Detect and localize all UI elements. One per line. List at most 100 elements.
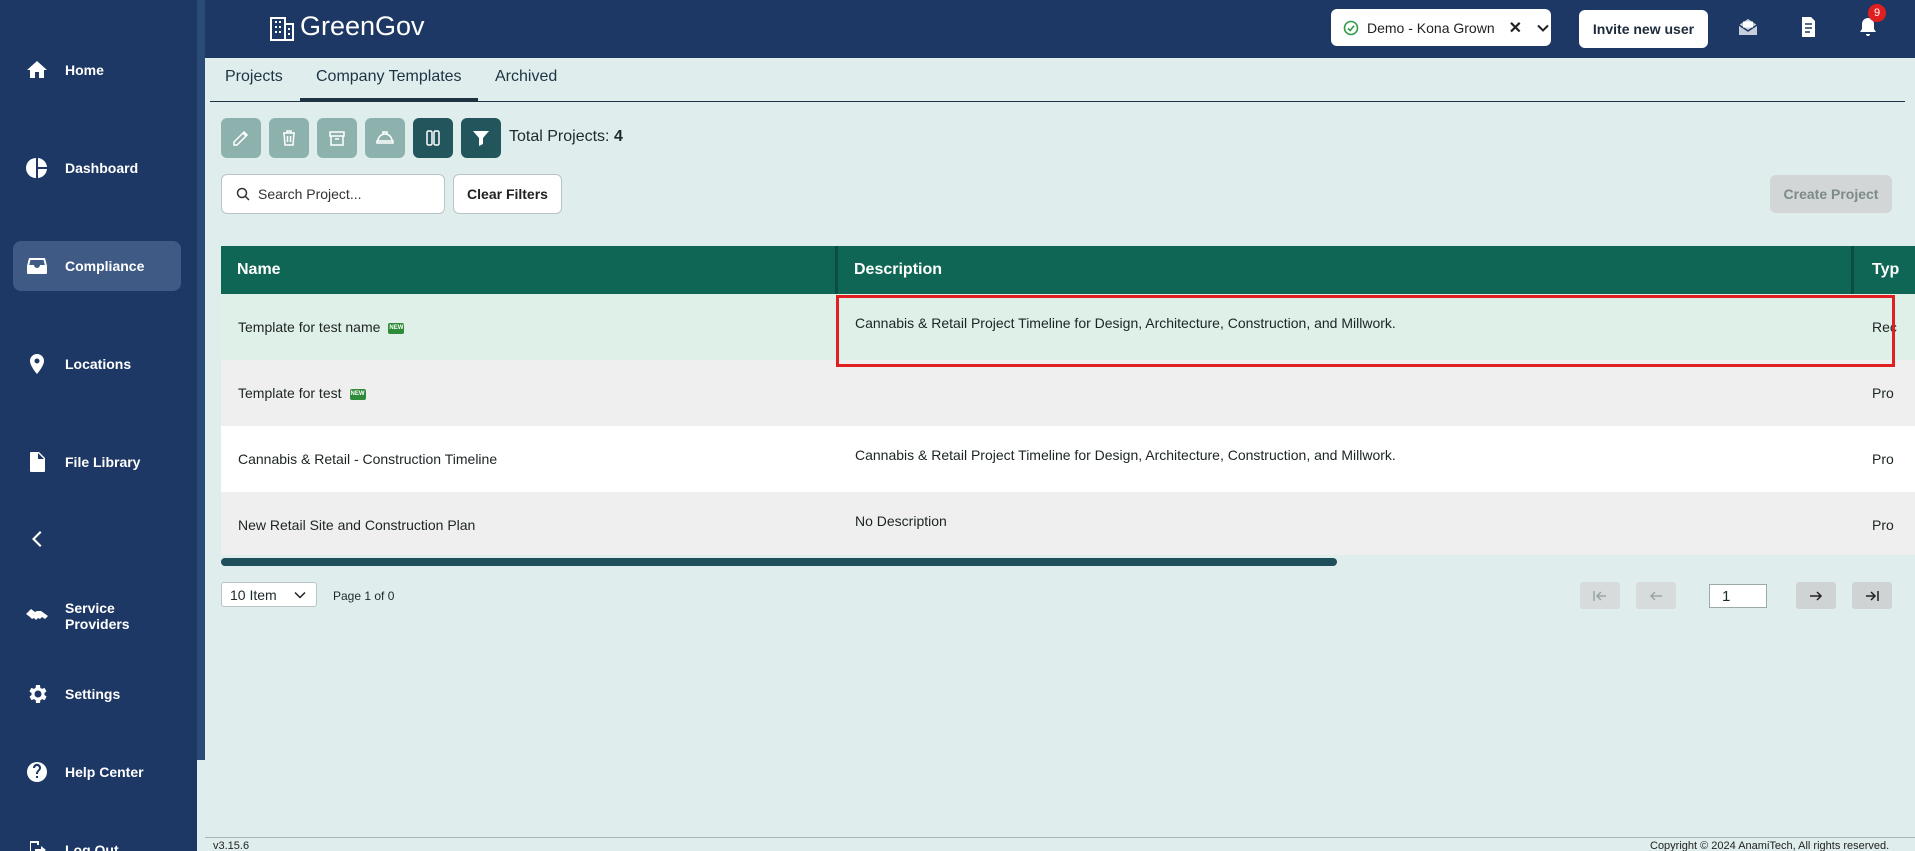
project-description: No Description	[855, 513, 947, 529]
table-row[interactable]: New Retail Site and Construction Plan No…	[221, 492, 1915, 555]
logout-icon	[30, 841, 46, 851]
archive-button[interactable]	[317, 118, 357, 158]
column-resizer[interactable]	[1851, 246, 1854, 294]
edit-button[interactable]	[221, 118, 261, 158]
sidebar-item-label: Locations	[65, 356, 132, 372]
page-info: Page 1 of 0	[333, 589, 395, 603]
table-row[interactable]: Template for test NEW Pro	[221, 360, 1915, 426]
document-icon[interactable]	[1796, 15, 1820, 39]
delete-button[interactable]	[269, 118, 309, 158]
project-type: Pro	[1872, 451, 1894, 467]
projects-table: Name Description Typ Template for test n…	[221, 246, 1915, 494]
highlight-box	[836, 295, 1895, 367]
sidebar-item-label: Service Providers	[65, 600, 130, 632]
table-row[interactable]: Cannabis & Retail - Construction Timelin…	[221, 426, 1915, 492]
sidebar-item-label: Dashboard	[65, 160, 139, 176]
arrow-right-icon	[1810, 590, 1823, 601]
total-projects-count: 4	[613, 128, 623, 145]
current-page-input[interactable]: 1	[1709, 584, 1767, 608]
tab-archived[interactable]: Archived	[495, 68, 557, 86]
hard-hat-icon	[376, 131, 394, 144]
copyright: Copyright © 2024 AnamiTech, All rights r…	[1650, 840, 1890, 851]
handshake-icon	[26, 609, 48, 620]
invite-user-button[interactable]: Invite new user	[1579, 10, 1708, 48]
sidebar-item-file-library[interactable]: File Library	[13, 437, 181, 487]
search-input[interactable]	[258, 186, 438, 202]
filter-icon	[473, 131, 489, 146]
brand-logo[interactable]: GreenGov	[268, 11, 425, 42]
page-size-value: 10 Item	[230, 586, 277, 603]
page-size-select[interactable]: 10 Item	[221, 582, 317, 607]
total-projects: Total Projects: 4	[509, 128, 623, 146]
sidebar-item-label: Log Out	[65, 842, 119, 851]
trash-icon	[283, 130, 295, 146]
contractor-button[interactable]	[365, 118, 405, 158]
column-resizer[interactable]	[835, 246, 838, 294]
clear-company-icon[interactable]: ✕	[1509, 18, 1522, 38]
project-name: Template for test	[238, 385, 342, 401]
sidebar-item-label: Settings	[65, 686, 121, 702]
column-header-type[interactable]: Typ	[1872, 261, 1899, 279]
total-projects-label: Total Projects:	[509, 128, 610, 145]
app-version: v3.15.6	[213, 840, 250, 851]
sidebar-item-label: Help Center	[65, 764, 144, 780]
footer-divider	[205, 837, 1915, 838]
search-box[interactable]	[221, 174, 445, 214]
sidebar-item-label: Compliance	[65, 258, 145, 274]
table-header: Name Description Typ	[221, 246, 1915, 294]
pencil-icon	[233, 130, 249, 146]
project-type: Pro	[1872, 517, 1894, 533]
previous-page-button[interactable]	[1636, 582, 1676, 609]
tab-company-templates[interactable]: Company Templates	[316, 68, 462, 86]
project-name-cell: Template for test NEW	[238, 385, 366, 401]
sidebar-item-settings[interactable]: Settings	[13, 669, 181, 719]
search-icon	[236, 187, 250, 201]
new-badge: NEW	[349, 388, 366, 400]
last-page-button[interactable]	[1852, 582, 1892, 609]
sidebar-scrollbar[interactable]	[197, 0, 205, 760]
sidebar-item-log-out[interactable]: Log Out	[13, 825, 181, 851]
sidebar-item-label: File Library	[65, 454, 141, 470]
company-name: Demo - Kona Grown	[1367, 19, 1495, 36]
inbox-tray-icon	[27, 258, 47, 274]
project-name: Template for test name	[238, 319, 381, 335]
column-header-name[interactable]: Name	[237, 261, 281, 279]
tab-projects[interactable]: Projects	[225, 68, 283, 86]
leaf-check-icon	[1343, 20, 1359, 35]
next-page-button[interactable]	[1796, 582, 1836, 609]
filter-button[interactable]	[461, 118, 501, 158]
sidebar-item-help-center[interactable]: Help Center	[13, 747, 181, 797]
pie-chart-icon	[26, 158, 47, 178]
clear-filters-button[interactable]: Clear Filters	[453, 174, 562, 214]
sidebar-item-service-providers[interactable]: Service Providers	[13, 591, 181, 641]
sidebar-item-home[interactable]: Home	[13, 45, 181, 95]
chevron-down-icon	[294, 591, 306, 599]
archive-box-icon	[329, 131, 345, 146]
sidebar-item-label: Home	[65, 62, 104, 78]
project-name: New Retail Site and Construction Plan	[238, 517, 476, 533]
notification-badge: 9	[1868, 4, 1886, 22]
project-type: Pro	[1872, 385, 1894, 401]
chevron-down-icon[interactable]	[1536, 21, 1550, 35]
file-icon	[30, 452, 45, 472]
first-page-icon	[1593, 590, 1606, 601]
new-badge: NEW	[388, 322, 405, 334]
sidebar-item-locations[interactable]: Locations	[13, 339, 181, 389]
last-page-icon	[1866, 590, 1879, 601]
mail-open-icon[interactable]	[1736, 15, 1760, 39]
project-name: Cannabis & Retail - Construction Timelin…	[238, 451, 498, 467]
horizontal-scrollbar[interactable]	[221, 558, 1337, 566]
chevron-left-icon	[32, 531, 42, 547]
sidebar-item-compliance[interactable]: Compliance	[13, 241, 181, 291]
first-page-button[interactable]	[1580, 582, 1620, 609]
create-project-button[interactable]: Create Project	[1770, 175, 1892, 213]
sidebar-item-dashboard[interactable]: Dashboard	[13, 143, 181, 193]
columns-icon	[426, 130, 440, 146]
sidebar: Home Dashboard Compliance Locations File…	[0, 0, 197, 851]
sidebar-collapse-button[interactable]	[13, 514, 181, 564]
brand-name: GreenGov	[300, 11, 425, 41]
gear-icon	[29, 685, 47, 703]
column-header-description[interactable]: Description	[854, 261, 942, 279]
columns-button[interactable]	[413, 118, 453, 158]
company-selector[interactable]: Demo - Kona Grown ✕	[1331, 9, 1551, 46]
